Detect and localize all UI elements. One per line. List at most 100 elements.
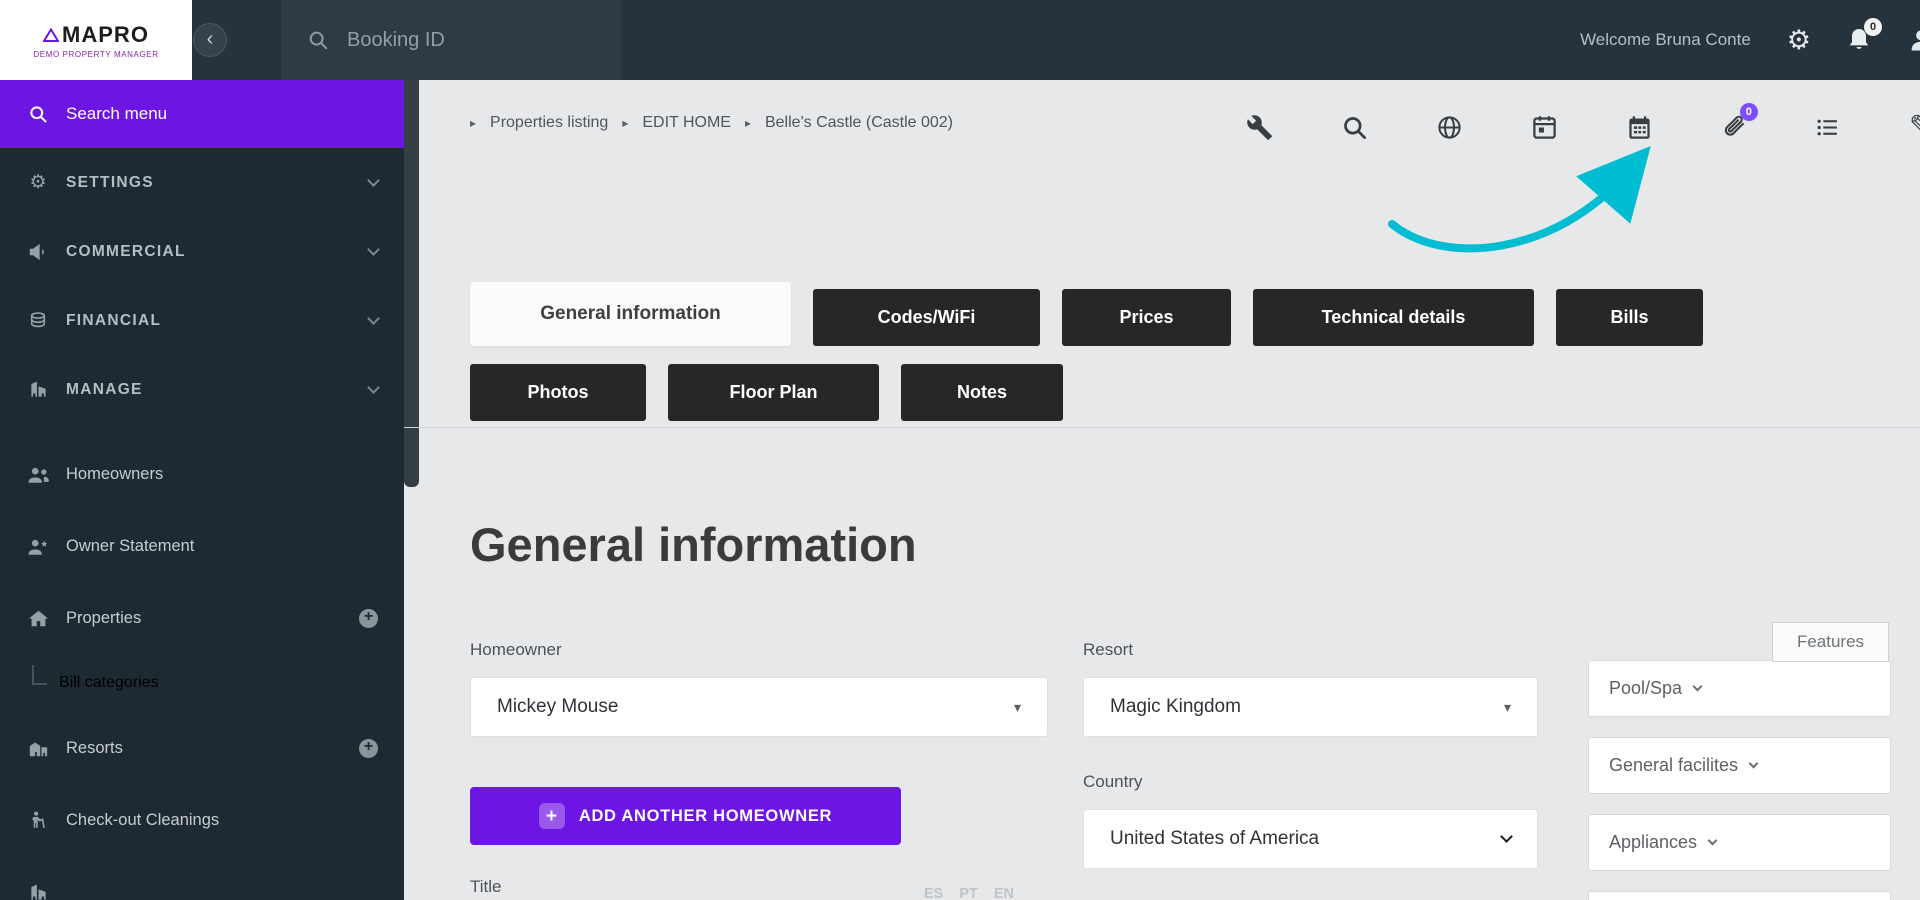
add-resort-button[interactable]: + bbox=[359, 739, 378, 758]
list-icon[interactable] bbox=[1814, 115, 1841, 140]
sidebar-item-resorts[interactable]: Resorts + bbox=[0, 712, 404, 784]
tab-general-information[interactable]: General information bbox=[470, 282, 791, 346]
chevron-down-icon bbox=[367, 381, 380, 394]
wrench-icon[interactable] bbox=[1246, 114, 1273, 141]
calendar-day-icon[interactable] bbox=[1531, 114, 1558, 141]
property-toolbar: 0 ✎ bbox=[1246, 112, 1920, 142]
resort-label: Resort bbox=[1083, 640, 1133, 660]
gear-icon: ⚙ bbox=[26, 173, 50, 192]
paperclip-icon[interactable]: 0 bbox=[1721, 114, 1746, 141]
sidebar-group-settings[interactable]: ⚙ SETTINGS bbox=[0, 148, 404, 217]
caret-down-icon: ▾ bbox=[1014, 699, 1021, 716]
sidebar-item-label: Bill categories bbox=[59, 674, 159, 692]
booking-search-input[interactable]: Booking ID bbox=[281, 0, 622, 80]
annotation-arrow bbox=[1385, 145, 1655, 285]
breadcrumb-edit-home[interactable]: EDIT HOME bbox=[642, 114, 731, 132]
chevron-down-icon bbox=[1693, 682, 1703, 692]
cleaning-icon bbox=[26, 810, 50, 830]
homeowner-label: Homeowner bbox=[470, 640, 562, 660]
breadcrumb-arrow-icon: ▸ bbox=[745, 116, 751, 130]
gear-icon[interactable]: ⚙ bbox=[1787, 27, 1811, 54]
homeowner-select[interactable]: Mickey Mouse ▾ bbox=[470, 677, 1048, 737]
notifications-button[interactable]: 0 bbox=[1847, 27, 1871, 53]
pencil-icon[interactable]: ✎ bbox=[1909, 112, 1920, 142]
lang-tab-es[interactable]: ES bbox=[924, 886, 943, 900]
lang-tab-pt[interactable]: PT bbox=[959, 886, 978, 900]
chevron-down-icon bbox=[1749, 759, 1759, 769]
tab-notes[interactable]: Notes bbox=[901, 364, 1063, 421]
person-icon[interactable] bbox=[1907, 26, 1920, 54]
breadcrumb-arrow-icon: ▸ bbox=[470, 116, 476, 130]
search-icon bbox=[307, 29, 329, 51]
sidebar-item-properties[interactable]: Properties + bbox=[0, 582, 404, 654]
calendar-month-icon[interactable] bbox=[1626, 114, 1653, 141]
sidebar-group-label: MANAGE bbox=[66, 381, 143, 399]
feature-dropdown-partial[interactable] bbox=[1588, 891, 1891, 900]
sidebar-item-search-menu[interactable]: Search menu bbox=[0, 80, 404, 148]
resort-icon bbox=[26, 739, 50, 758]
page-title: General information bbox=[470, 516, 917, 574]
country-select[interactable]: United States of America bbox=[1083, 809, 1538, 869]
tab-photos[interactable]: Photos bbox=[470, 364, 646, 421]
sidebar-group-financial[interactable]: FINANCIAL bbox=[0, 286, 404, 355]
coins-icon bbox=[26, 311, 50, 331]
language-tabs: ES PT EN bbox=[924, 886, 1014, 900]
sidebar-item-partial[interactable] bbox=[0, 856, 404, 900]
brand-tagline: DEMO PROPERTY MANAGER bbox=[33, 50, 158, 59]
tab-prices[interactable]: Prices bbox=[1062, 289, 1231, 346]
plus-icon: + bbox=[539, 803, 565, 829]
sidebar-item-label: Owner Statement bbox=[66, 537, 194, 556]
sidebar-group-manage[interactable]: MANAGE bbox=[0, 355, 404, 424]
tab-floor-plan[interactable]: Floor Plan bbox=[668, 364, 879, 421]
brand-name: MAPRO bbox=[62, 22, 149, 48]
tree-connector bbox=[32, 665, 47, 685]
sidebar-collapse-button[interactable]: ‹ bbox=[193, 23, 227, 57]
sidebar-item-label: Properties bbox=[66, 609, 141, 628]
sidebar-group-label: FINANCIAL bbox=[66, 312, 161, 330]
breadcrumb-current: Belle's Castle (Castle 002) bbox=[765, 114, 953, 132]
sidebar-item-owner-statement[interactable]: Owner Statement bbox=[0, 510, 404, 582]
sidebar-item-checkout-cleanings[interactable]: Check-out Cleanings bbox=[0, 784, 404, 856]
building-icon bbox=[26, 883, 50, 900]
chevron-down-icon bbox=[1500, 830, 1513, 843]
sidebar-item-bill-categories[interactable]: Bill categories bbox=[0, 654, 404, 712]
add-another-homeowner-button[interactable]: + ADD ANOTHER HOMEOWNER bbox=[470, 787, 901, 845]
chevron-down-icon bbox=[1708, 836, 1718, 846]
country-select-value: United States of America bbox=[1110, 828, 1319, 850]
scrollbar-thumb[interactable] bbox=[404, 80, 419, 487]
breadcrumb-properties-listing[interactable]: Properties listing bbox=[490, 114, 608, 132]
lang-tab-en[interactable]: EN bbox=[994, 886, 1014, 900]
top-header: MAPRO DEMO PROPERTY MANAGER ‹ Booking ID… bbox=[0, 0, 1920, 80]
search-icon[interactable] bbox=[1341, 114, 1368, 141]
tab-bills[interactable]: Bills bbox=[1556, 289, 1703, 346]
sidebar: Search menu ⚙ SETTINGS COMMERCIAL FINANC… bbox=[0, 80, 404, 900]
tab-technical-details[interactable]: Technical details bbox=[1253, 289, 1534, 346]
header-right: Welcome Bruna Conte ⚙ 0 bbox=[1580, 0, 1920, 80]
building-icon bbox=[26, 380, 50, 399]
attachments-badge: 0 bbox=[1740, 103, 1758, 121]
sidebar-item-homeowners[interactable]: Homeowners bbox=[0, 438, 404, 510]
sidebar-item-label: Check-out Cleanings bbox=[66, 811, 219, 830]
features-legend: Features bbox=[1772, 622, 1889, 662]
home-icon bbox=[26, 609, 50, 628]
feature-dropdown-general-facilities[interactable]: General facilites bbox=[1588, 737, 1891, 794]
caret-down-icon: ▾ bbox=[1504, 699, 1511, 716]
feature-dropdown-pool-spa[interactable]: Pool/Spa bbox=[1588, 660, 1891, 717]
chevron-down-icon bbox=[367, 174, 380, 187]
person-badge-icon bbox=[26, 537, 50, 556]
main-content: ▸ Properties listing ▸ EDIT HOME ▸ Belle… bbox=[404, 80, 1920, 900]
feature-dropdown-label: General facilites bbox=[1609, 755, 1738, 776]
chevron-left-icon: ‹ bbox=[207, 29, 214, 49]
resort-select[interactable]: Magic Kingdom ▾ bbox=[1083, 677, 1538, 737]
sidebar-group-commercial[interactable]: COMMERCIAL bbox=[0, 217, 404, 286]
notifications-badge: 0 bbox=[1864, 18, 1882, 36]
add-property-button[interactable]: + bbox=[359, 609, 378, 628]
search-icon bbox=[26, 104, 50, 124]
country-label: Country bbox=[1083, 772, 1143, 792]
breadcrumb-arrow-icon: ▸ bbox=[622, 116, 628, 130]
app-logo: MAPRO DEMO PROPERTY MANAGER bbox=[0, 0, 192, 80]
tab-codes-wifi[interactable]: Codes/WiFi bbox=[813, 289, 1040, 346]
sidebar-spacer bbox=[0, 424, 404, 438]
globe-icon[interactable] bbox=[1436, 114, 1463, 141]
feature-dropdown-appliances[interactable]: Appliances bbox=[1588, 814, 1891, 871]
